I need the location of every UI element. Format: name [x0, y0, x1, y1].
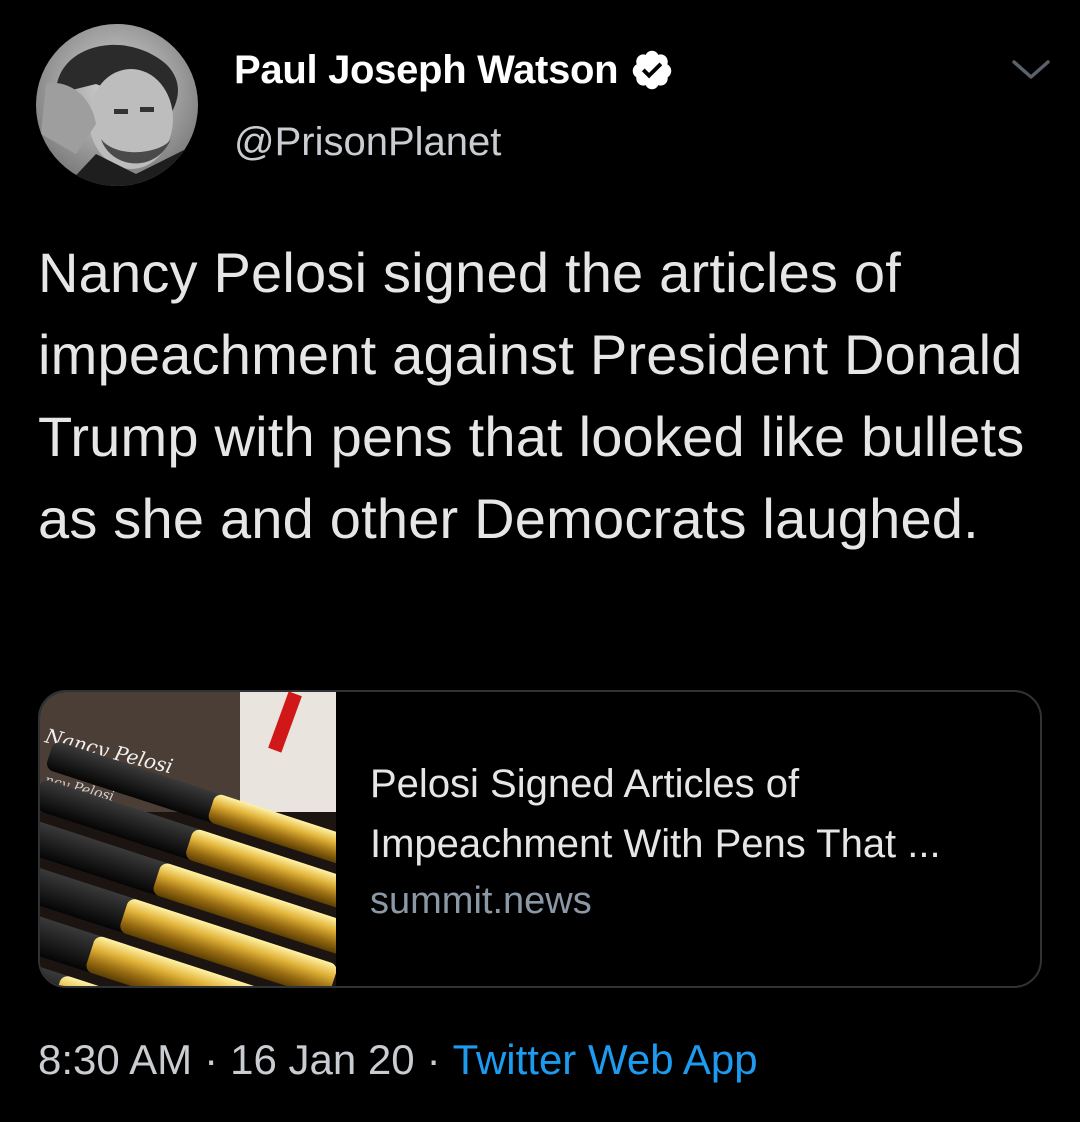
tweet-source-link[interactable]: Twitter Web App: [453, 1036, 758, 1083]
tweet: Paul Joseph Watson @PrisonPlanet Nancy P…: [0, 0, 1080, 1122]
meta-separator: ·: [426, 1036, 441, 1083]
author-avatar[interactable]: [36, 24, 198, 186]
author-name[interactable]: Paul Joseph Watson: [234, 48, 619, 93]
tweet-time[interactable]: 8:30 AM: [38, 1036, 192, 1083]
gold-pens-thumbnail-icon: Nancy Pelosi ncy Pelosi: [40, 692, 336, 986]
tweet-text: Nancy Pelosi signed the articles of impe…: [38, 241, 1025, 550]
verified-badge-icon: [633, 50, 672, 90]
chevron-down-icon[interactable]: [1008, 54, 1054, 84]
avatar-photo-icon: [36, 24, 198, 186]
tweet-meta: 8:30 AM · 16 Jan 20 · Twitter Web App: [38, 1036, 758, 1084]
meta-separator: ·: [204, 1036, 219, 1083]
link-card-domain: summit.news: [370, 880, 592, 922]
link-card[interactable]: Nancy Pelosi ncy Pelosi Pelosi Signed Ar…: [38, 690, 1042, 988]
link-card-title[interactable]: Pelosi Signed Articles of Impeachment Wi…: [370, 754, 1020, 874]
link-card-thumbnail: Nancy Pelosi ncy Pelosi: [40, 692, 336, 986]
author-handle[interactable]: @PrisonPlanet: [234, 120, 501, 165]
link-card-body: Pelosi Signed Articles of Impeachment Wi…: [370, 754, 1020, 923]
tweet-date[interactable]: 16 Jan 20: [230, 1036, 415, 1083]
author-name-row: Paul Joseph Watson: [234, 44, 674, 96]
